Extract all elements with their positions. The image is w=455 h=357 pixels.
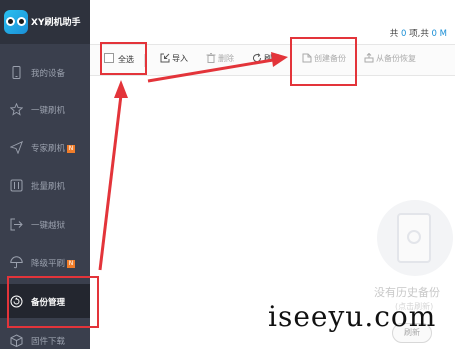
refresh-toolbar-button[interactable]: 刷新 bbox=[252, 53, 280, 67]
sidebar-item-expert-flash[interactable]: 专家刷机 N bbox=[0, 130, 90, 164]
sidebar-item-label: 专家刷机 N bbox=[31, 144, 76, 154]
grid-icon bbox=[10, 179, 23, 192]
delete-button[interactable]: 删除 bbox=[206, 53, 234, 67]
sidebar-item-label: 固件下载 bbox=[31, 337, 66, 347]
sidebar-item-label: 降级平刷 N bbox=[31, 259, 76, 269]
box-icon bbox=[10, 334, 23, 347]
app-title: XY刷机助手 bbox=[31, 18, 81, 28]
new-badge: N bbox=[67, 260, 76, 268]
sidebar-item-downgrade[interactable]: 降级平刷 N bbox=[0, 245, 90, 279]
refresh-icon bbox=[253, 53, 262, 63]
logo-eye-left bbox=[6, 17, 15, 26]
sidebar-item-label: 批量刷机 bbox=[31, 182, 66, 192]
logo-eye-right bbox=[17, 17, 26, 26]
phone-icon bbox=[12, 66, 21, 79]
empty-state-title: 没有历史备份 bbox=[374, 286, 440, 299]
new-badge: N bbox=[67, 145, 76, 153]
restore-icon bbox=[364, 53, 374, 63]
empty-device-icon bbox=[397, 213, 431, 263]
sidebar-item-label: 我的设备 bbox=[31, 69, 66, 79]
send-icon bbox=[10, 141, 23, 154]
select-all-highlight bbox=[100, 42, 147, 75]
exit-icon bbox=[10, 218, 23, 231]
sidebar-item-label: 一键越狱 bbox=[31, 221, 66, 231]
app-logo bbox=[4, 10, 28, 34]
arrow-head-up bbox=[114, 80, 128, 98]
umbrella-icon bbox=[10, 256, 23, 269]
sidebar-item-label: 一键刷机 bbox=[31, 106, 66, 116]
star-icon bbox=[10, 103, 23, 116]
sidebar-item-jailbreak[interactable]: 一键越狱 bbox=[0, 207, 90, 241]
restore-from-backup-button[interactable]: 从备份恢复 bbox=[364, 53, 416, 67]
trash-icon bbox=[206, 53, 216, 63]
import-icon bbox=[160, 53, 170, 63]
sidebar-header: XY刷机助手 bbox=[0, 0, 90, 44]
sidebar-item-firmware-download[interactable]: 固件下载 bbox=[0, 323, 90, 357]
sidebar-item-my-device[interactable]: 我的设备 bbox=[0, 55, 90, 89]
backup-count: 共 0 项,共 0 M bbox=[389, 29, 447, 39]
create-backup-highlight bbox=[290, 37, 357, 86]
arrow-to-select-all bbox=[98, 94, 123, 271]
backup-management-highlight bbox=[7, 276, 99, 328]
sidebar-item-batch-flash[interactable]: 批量刷机 bbox=[0, 168, 90, 202]
sidebar-item-one-click-flash[interactable]: 一键刷机 bbox=[0, 92, 90, 126]
watermark: iseeyu.com bbox=[268, 300, 437, 333]
content-header: 共 0 项,共 0 M bbox=[90, 0, 455, 44]
import-button[interactable]: 导入 bbox=[160, 53, 188, 67]
